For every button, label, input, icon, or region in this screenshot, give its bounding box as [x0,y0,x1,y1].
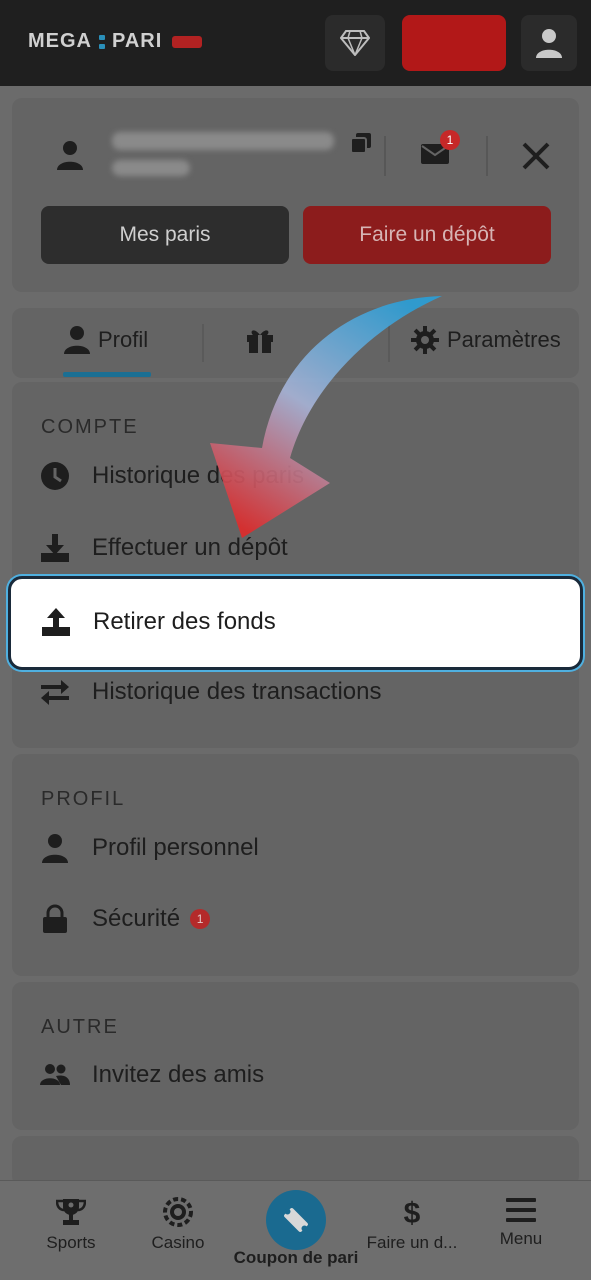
svg-text:$: $ [404,1197,421,1227]
nav-sports[interactable]: Sports [16,1197,126,1253]
nav-coupon-button[interactable] [266,1190,326,1250]
divider [384,136,386,176]
mail-badge: 1 [440,130,460,150]
hamburger-icon [506,1198,536,1222]
active-tab-indicator [63,372,151,377]
section-title-autre: AUTRE [41,1016,119,1038]
section-autre [12,982,579,1130]
account-id-blurred [112,132,334,150]
user-icon [57,141,83,170]
logo-text-left: MEGA [28,30,92,52]
chip-icon [163,1197,193,1227]
logo-badge [172,35,203,48]
account-info-blurred [112,130,342,180]
tab-parametres-label: Paramètres [447,327,561,352]
vip-button[interactable] [325,15,385,71]
avatar [56,140,84,175]
clock-icon [40,461,70,491]
trophy-icon [56,1199,86,1225]
menu-item-label: Invitez des amis [92,1061,265,1088]
user-icon [64,326,90,354]
diamond-icon [340,30,370,56]
section-title-profil: PROFIL [41,788,126,810]
menu-item-label: Retirer des fonds [93,608,276,635]
user-icon [40,833,70,863]
account-balance-blurred [112,160,190,176]
menu-item-label: Profil personnel [92,834,259,861]
user-icon [536,29,562,58]
header-user-button[interactable] [521,15,577,71]
menu-item-withdraw[interactable]: Retirer des fonds [41,607,276,637]
nav-casino[interactable]: Casino [123,1197,233,1253]
copy-button[interactable] [350,132,372,159]
copy-icon [350,133,371,154]
security-badge: 1 [190,909,211,929]
nav-menu-label: Menu [499,1229,543,1248]
close-icon [522,142,550,170]
ticket-icon [284,1208,308,1232]
tutorial-arrow [210,296,442,538]
logo[interactable]: MEGA PARI [28,30,203,53]
nav-casino-label: Casino [151,1233,205,1252]
users-icon [40,1060,70,1090]
lock-icon [40,904,70,934]
deposit-button[interactable]: Faire un dépôt [303,206,551,264]
menu-item-invite-friends[interactable]: Invitez des amis [40,1060,264,1090]
close-button[interactable] [520,140,552,177]
nav-deposit-label: Faire un d... [366,1233,458,1252]
menu-item-transactions[interactable]: Historique des transactions [40,677,381,707]
section-more [12,1136,579,1186]
logo-colon-mark [98,34,106,49]
divider [486,136,488,176]
logo-text-right: PARI [112,30,163,52]
menu-item-security[interactable]: Sécurité 1 [40,904,211,934]
section-title-compte: COMPTE [41,416,139,438]
top-bar: MEGA PARI [0,0,591,86]
nav-deposit[interactable]: $ Faire un d... [357,1197,467,1253]
menu-item-label: Sécurité [92,905,181,932]
header-deposit-button[interactable] [402,15,506,71]
dollar-icon: $ [404,1197,421,1227]
upload-icon [41,607,71,637]
nav-coupon-label[interactable]: Coupon de pari [230,1248,362,1268]
menu-item-personal-profile[interactable]: Profil personnel [40,833,259,863]
menu-item-label: Historique des transactions [92,678,382,705]
transfer-arrows-icon [40,677,70,707]
tab-profil-label: Profil [98,327,149,352]
tab-profil[interactable]: Profil [64,326,148,354]
menu-item-withdraw-highlighted[interactable]: Retirer des fonds [8,576,583,670]
nav-menu[interactable]: Menu [466,1197,576,1249]
download-icon [40,533,70,563]
my-bets-button[interactable]: Mes paris [41,206,289,264]
nav-sports-label: Sports [46,1233,96,1252]
